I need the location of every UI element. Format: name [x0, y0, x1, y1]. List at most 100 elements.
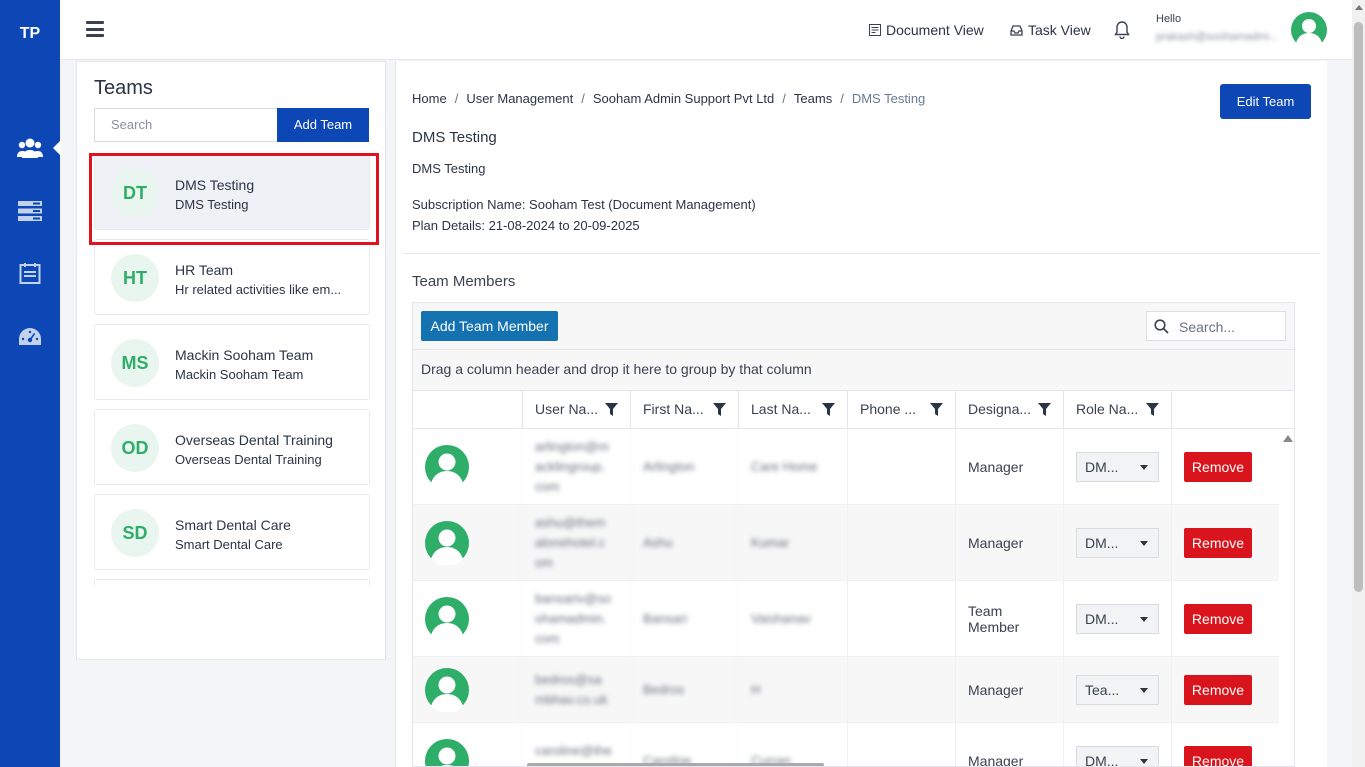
group-by-panel[interactable]: Drag a column header and drop it here to…: [413, 350, 1294, 391]
role-select[interactable]: DM...: [1076, 528, 1159, 558]
designation-cell: Team Member: [955, 581, 1063, 657]
user-name-cell: bedros@sa mbhav.co.uk: [522, 657, 630, 723]
filter-icon[interactable]: [930, 403, 943, 416]
edit-team-button[interactable]: Edit Team: [1220, 84, 1311, 119]
column-label: First Na...: [643, 401, 704, 417]
team-search-input[interactable]: Search: [94, 108, 278, 142]
role-select[interactable]: DM...: [1076, 746, 1159, 766]
team-card[interactable]: DT DMS Testing DMS Testing: [94, 154, 370, 230]
last-name-cell: Vaishanav: [738, 581, 847, 657]
filter-icon[interactable]: [1146, 403, 1159, 416]
team-card[interactable]: HT HR Team Hr related activities like em…: [94, 239, 370, 315]
column-designation[interactable]: Designa...: [955, 391, 1063, 429]
app-logo: TP: [19, 25, 41, 42]
breadcrumb-teams[interactable]: Teams: [794, 91, 832, 106]
team-initials: DT: [111, 169, 159, 217]
cell-text: Bansari: [643, 611, 688, 626]
cell-text: H: [751, 682, 761, 697]
breadcrumb-home[interactable]: Home: [412, 91, 447, 106]
role-select[interactable]: DM...: [1076, 604, 1159, 634]
avatar-cell: [413, 723, 522, 766]
remove-member-button[interactable]: Remove: [1184, 675, 1252, 705]
team-list: DT DMS Testing DMS Testing HT HR Team Hr…: [94, 154, 370, 586]
users-icon[interactable]: [13, 131, 61, 165]
document-view-label: Document View: [886, 22, 984, 38]
remove-member-button[interactable]: Remove: [1184, 746, 1252, 766]
cell-text: Team Member: [968, 603, 1020, 635]
phone-cell: [847, 723, 955, 766]
hamburger-menu-icon[interactable]: [86, 21, 104, 37]
team-card[interactable]: SD Smart Dental Care Smart Dental Care: [94, 494, 370, 570]
cell-text: Vaishanav: [751, 611, 811, 626]
breadcrumb-user-management[interactable]: User Management: [466, 91, 573, 106]
avatar-cell: [413, 505, 522, 581]
breadcrumb-organization[interactable]: Sooham Admin Support Pvt Ltd: [593, 91, 774, 106]
role-value: DM...: [1085, 535, 1119, 551]
phone-cell: [847, 581, 955, 657]
column-user-name[interactable]: User Na...: [522, 391, 630, 429]
team-description: Smart Dental Care: [175, 537, 283, 552]
divider: [404, 253, 1320, 254]
first-name-cell: Caroline: [630, 723, 738, 766]
filter-icon[interactable]: [605, 403, 618, 416]
user-avatar-icon: [425, 597, 469, 641]
user-name-cell: ashu@them alonehotel.c om: [522, 505, 630, 581]
dropdown-caret-icon: [1140, 617, 1148, 622]
filter-icon[interactable]: [822, 403, 835, 416]
cell-text: bedros@sa mbhav.co.uk: [535, 672, 608, 707]
team-name: HR Team: [175, 262, 234, 278]
breadcrumb: Home / User Management / Sooham Admin Supp…: [412, 91, 926, 106]
cell-text: Ashu: [643, 535, 673, 550]
user-avatar-icon[interactable]: [1291, 12, 1327, 49]
team-description: Hr related activities like em...: [175, 282, 342, 297]
role-select[interactable]: DM...: [1076, 452, 1159, 482]
filter-icon[interactable]: [1038, 403, 1051, 416]
actions-cell: Remove: [1171, 723, 1279, 766]
column-last-name[interactable]: Last Na...: [738, 391, 847, 429]
add-team-button[interactable]: Add Team: [277, 108, 369, 142]
document-view-link[interactable]: Document View: [869, 22, 984, 38]
dropdown-caret-icon: [1140, 759, 1148, 764]
filter-icon[interactable]: [713, 403, 726, 416]
column-label: Phone ...: [860, 401, 917, 417]
team-initials: OD: [111, 424, 159, 472]
role-select[interactable]: Tea...: [1076, 675, 1159, 705]
designation-cell: Manager: [955, 505, 1063, 581]
task-board-icon[interactable]: [13, 257, 47, 291]
role-value: DM...: [1085, 459, 1119, 475]
column-phone[interactable]: Phone ...: [847, 391, 955, 429]
grid-search-placeholder: Search...: [1179, 319, 1236, 335]
designation-cell: Manager: [955, 429, 1063, 505]
grid-scroll-up-arrow[interactable]: [1283, 435, 1293, 442]
avatar-cell: [413, 581, 522, 657]
grid-rows: arlington@m acklingroup. com Arlington Car…: [413, 429, 1279, 766]
page-scrollbar[interactable]: [1352, 0, 1365, 767]
column-label: Role Na...: [1076, 401, 1139, 417]
scroll-up-arrow[interactable]: [1355, 5, 1363, 10]
grid-search-input[interactable]: Search...: [1146, 311, 1286, 341]
subscription-info: Subscription Name: Sooham Test (Document…: [412, 197, 756, 212]
last-name-cell: Kumar: [738, 505, 847, 581]
remove-member-button[interactable]: Remove: [1184, 604, 1252, 634]
role-cell: DM...: [1063, 505, 1171, 581]
team-card[interactable]: MS Mackin Sooham Team Mackin Sooham Team: [94, 324, 370, 400]
dashboard-gauge-icon[interactable]: [13, 320, 47, 354]
bell-icon[interactable]: [1114, 21, 1130, 44]
team-card[interactable]: OD Overseas Dental Training Overseas Den…: [94, 409, 370, 485]
remove-member-button[interactable]: Remove: [1184, 528, 1252, 558]
column-role-name[interactable]: Role Na...: [1063, 391, 1171, 429]
team-card[interactable]: [94, 579, 370, 586]
dropdown-caret-icon: [1140, 541, 1148, 546]
column-first-name[interactable]: First Na...: [630, 391, 738, 429]
last-name-cell: Care Home: [738, 429, 847, 505]
remove-member-button[interactable]: Remove: [1184, 452, 1252, 482]
team-description: DMS Testing: [412, 161, 486, 176]
add-team-member-button[interactable]: Add Team Member: [421, 311, 558, 341]
table-row: caroline@the malonehotel.CarolineCurran M…: [413, 723, 1279, 766]
column-label: Last Na...: [751, 401, 811, 417]
task-view-link[interactable]: Task View: [1010, 22, 1091, 38]
user-avatar-icon: [425, 739, 469, 766]
scrollbar-thumb[interactable]: [1354, 22, 1363, 592]
list-layout-icon[interactable]: [13, 194, 47, 228]
grid-horizontal-scrollbar[interactable]: [527, 763, 824, 766]
